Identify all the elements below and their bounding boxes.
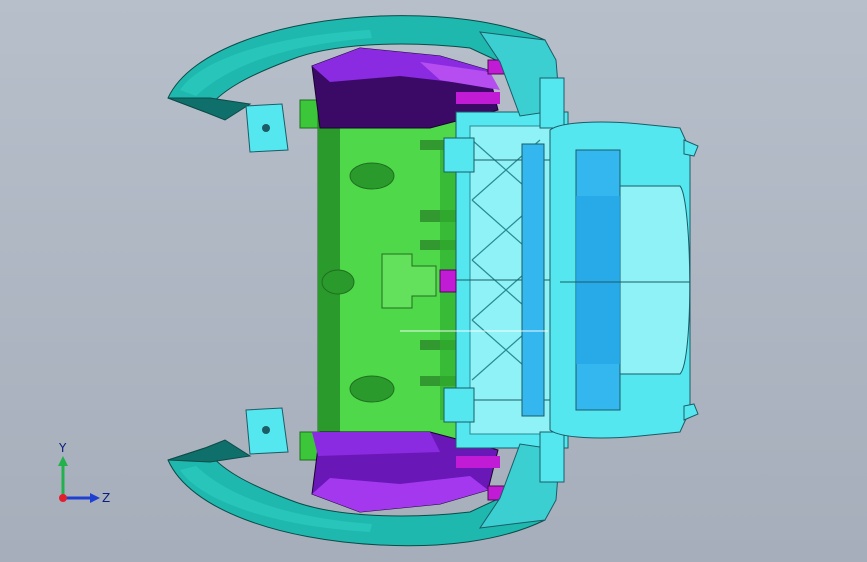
left-bracket-top [245, 103, 289, 153]
y-axis-arrow [58, 456, 68, 466]
y-axis-label: Y [58, 441, 67, 455]
left-bracket-bottom [245, 407, 289, 455]
z-axis-arrow [90, 493, 100, 503]
origin-dot [59, 494, 67, 502]
z-axis-label: Z [102, 491, 110, 505]
coordinate-triad: Y Z [58, 441, 110, 505]
right-housing [549, 121, 699, 439]
3d-model-viewport[interactable] [0, 0, 867, 562]
green-core-body [299, 99, 459, 461]
